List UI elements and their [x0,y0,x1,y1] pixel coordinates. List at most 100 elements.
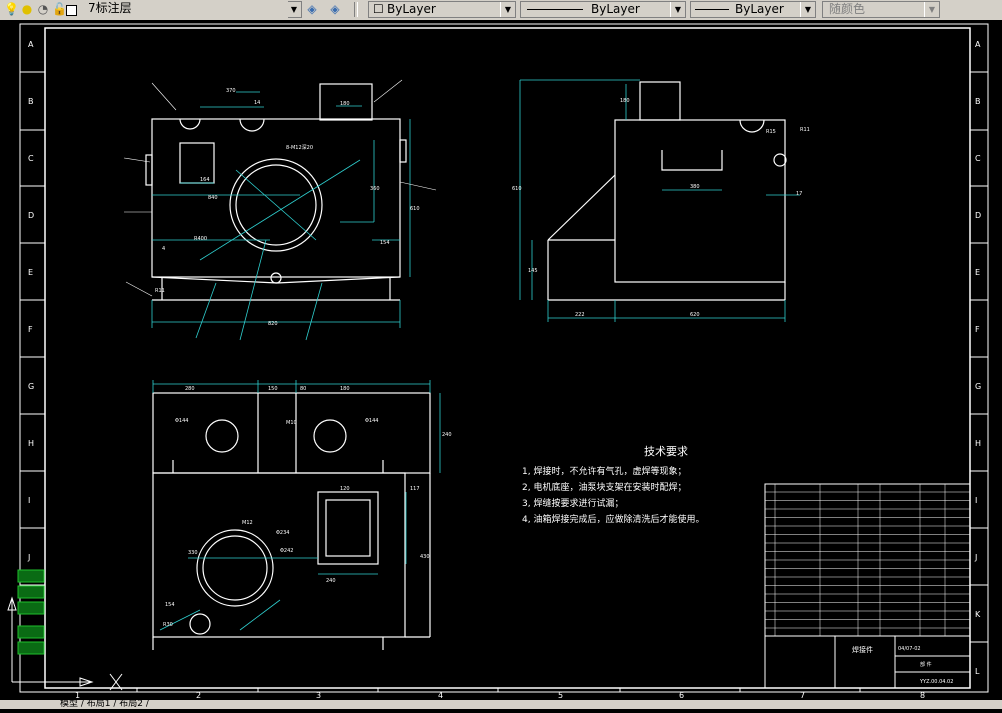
svg-text:380: 380 [690,184,700,190]
tech-requirements-title: 技术要求 [644,445,688,458]
tech-requirement-item: 1, 焊接时，不允许有气孔，虚焊等现象； [522,465,686,477]
svg-text:Φ234: Φ234 [276,530,289,536]
zone-letter-right: E [975,268,980,277]
layer-dropdown[interactable]: 7标注层 [84,1,300,18]
svg-text:610: 610 [410,206,420,212]
title-block-assembly-label: 部 件 [920,661,932,668]
zone-letter-right: C [975,154,981,163]
svg-text:145: 145 [528,268,538,274]
svg-text:280: 280 [185,386,195,392]
color-square-icon [66,5,77,16]
zone-number: 6 [679,691,684,700]
svg-text:360: 360 [370,186,380,192]
toolbar-separator [354,2,358,17]
chevron-down-icon: ▼ [670,2,685,17]
color-swatch-icon: ☐ [373,2,384,16]
svg-text:R400: R400 [194,236,207,242]
lineweight-sample-line [695,9,729,10]
zone-letter-left: D [28,211,34,220]
make-current-layer-icon[interactable]: ◈ [305,2,319,16]
zone-letter-left: E [28,268,33,277]
drawing-canvas[interactable]: A B C D E F G H I J A B C D E F G H I J … [0,20,1002,709]
svg-text:Φ144: Φ144 [365,418,378,424]
title-block-part-code: 04/07-02 [898,646,921,652]
zone-letter-left: B [28,97,34,106]
svg-text:240: 240 [326,578,336,584]
plotstyle-control-value: 随颜色 [829,2,866,16]
zone-letter-left: C [28,154,34,163]
properties-toolbar: 💡 ● ◔ 🔓 7标注层 ▼ ◈ ◈ ☐ ByLayer ▼ ByLayer ▼… [0,0,1002,21]
zone-letter-left: H [28,439,34,448]
linetype-control-value: ByLayer [591,2,640,16]
title-block-drawing-number: YYZ.00.04.02 [919,679,953,685]
color-control-value: ByLayer [387,2,436,16]
technical-requirements: 技术要求 1, 焊接时，不允许有气孔，虚焊等现象； 2, 电机底座，油泵块支架在… [522,445,704,525]
layer-previous-icon[interactable]: ◈ [328,2,342,16]
svg-text:4: 4 [162,246,165,252]
lightbulb-icon[interactable]: 💡 [4,2,19,16]
title-block: 焊接件 04/07-02 部 件 YYZ.00.04.02 [764,483,971,689]
zone-number: 1 [75,691,80,700]
svg-text:154: 154 [380,240,390,246]
svg-text:120: 120 [340,486,350,492]
zone-letter-right: G [975,382,981,391]
drawing-border [19,23,989,693]
svg-text:8-M12深20: 8-M12深20 [286,144,313,151]
color-control-dropdown[interactable]: ☐ ByLayer ▼ [368,1,516,18]
zone-letter-right: F [975,325,980,334]
svg-text:240: 240 [442,432,452,438]
layer-name: 7标注层 [88,1,132,15]
layout-tabs-bar[interactable]: 模型 / 布局1 / 布局2 / [0,700,1002,709]
svg-text:610: 610 [512,186,522,192]
chevron-down-icon: ▼ [800,2,815,17]
svg-text:820: 820 [268,321,278,327]
freeze-viewport-icon[interactable]: ◔ [36,2,50,16]
svg-text:M10: M10 [286,420,297,426]
zone-letter-left: A [28,40,34,49]
plotstyle-control-dropdown[interactable]: 随颜色 ▼ [822,1,940,18]
chevron-down-icon: ▼ [287,2,301,17]
layer-dropdown-arrow[interactable]: ▼ [287,1,302,18]
svg-text:222: 222 [575,312,585,318]
zone-letter-right: K [975,610,981,619]
lineweight-control-dropdown[interactable]: ByLayer ▼ [690,1,816,18]
zone-number: 2 [196,691,201,700]
svg-text:R11: R11 [800,127,810,133]
zone-letter-left: I [28,496,30,505]
zone-letter-left: G [28,382,34,391]
zone-number: 7 [800,691,805,700]
zone-number: 3 [316,691,321,700]
zone-letter-right: J [974,553,977,562]
svg-text:430: 430 [420,554,430,560]
sun-icon[interactable]: ● [20,2,34,16]
svg-text:80: 80 [300,386,306,392]
linetype-control-dropdown[interactable]: ByLayer ▼ [520,1,686,18]
zone-letter-right: A [975,40,981,49]
svg-text:17: 17 [796,191,802,197]
tech-requirement-item: 4, 油箱焊接完成后，应做除清洗后才能使用。 [522,513,704,525]
lock-icon[interactable]: 🔓 [52,2,67,16]
zone-number: 5 [558,691,563,700]
zone-letter-right: H [975,439,981,448]
svg-text:R11: R11 [155,288,165,294]
svg-text:R15: R15 [766,129,776,135]
title-block-material: 焊接件 [852,645,873,654]
zone-letter-right: L [975,667,980,676]
svg-text:14: 14 [254,100,260,106]
svg-text:Φ242: Φ242 [280,548,293,554]
chevron-down-icon: ▼ [924,2,939,17]
svg-text:620: 620 [690,312,700,318]
zone-letter-right: D [975,211,981,220]
svg-text:164: 164 [200,177,210,183]
zone-number: 8 [920,691,925,700]
tech-requirement-item: 3, 焊缝按要求进行试漏； [522,497,623,509]
linetype-sample-line [527,9,583,10]
svg-text:330: 330 [188,550,198,556]
zone-number: 4 [438,691,443,700]
svg-text:180: 180 [340,101,350,107]
svg-text:117: 117 [410,486,420,492]
chevron-down-icon: ▼ [500,2,515,17]
svg-text:840: 840 [208,195,218,201]
layout-tabs-text: 模型 / 布局1 / 布局2 / [60,700,149,709]
svg-text:180: 180 [620,98,630,104]
